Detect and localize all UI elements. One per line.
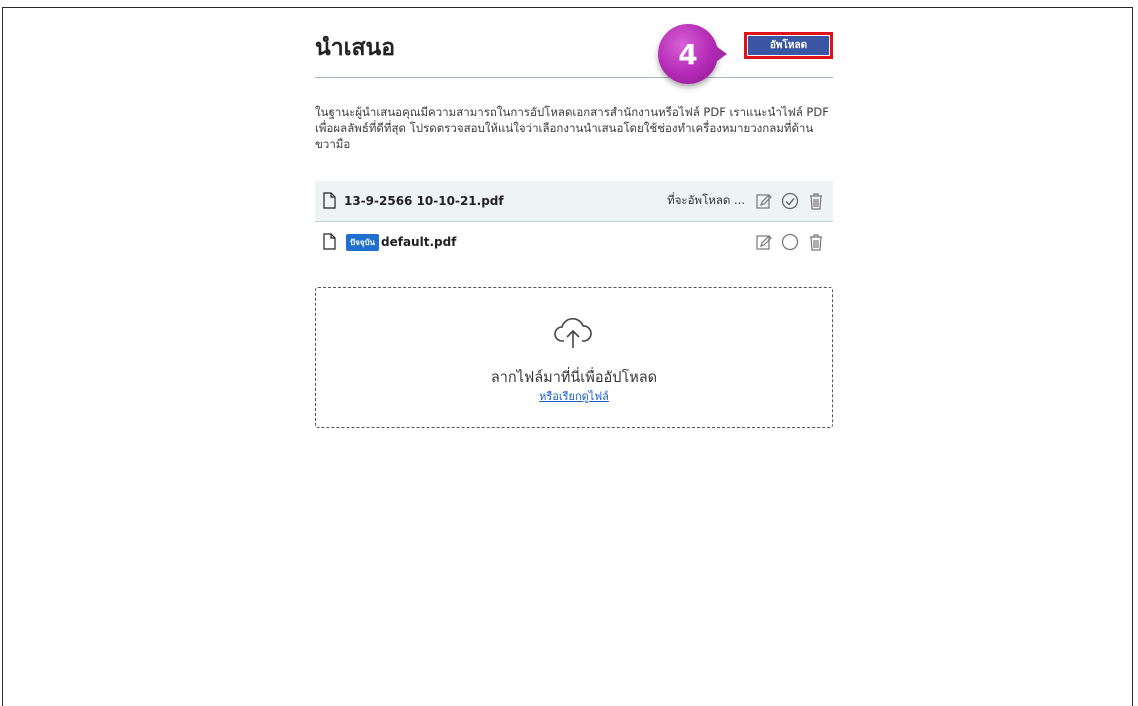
step-number-badge: 4 <box>658 24 727 84</box>
file-list: 13-9-2566 10-10-21.pdf ที่จะอัพโหลด ... … <box>315 181 833 262</box>
file-icon <box>323 233 336 250</box>
current-badge: ปัจจุบัน <box>346 233 379 251</box>
panel-header: นำเสนอ 4 อัพโหลด <box>315 20 833 84</box>
selected-check-icon[interactable] <box>781 192 799 210</box>
file-row[interactable]: 13-9-2566 10-10-21.pdf ที่จะอัพโหลด ... <box>315 181 833 222</box>
upload-status: ที่จะอัพโหลด ... <box>667 193 745 207</box>
trash-icon[interactable] <box>807 233 825 251</box>
page-title: นำเสนอ <box>315 35 396 61</box>
file-name: default.pdf <box>381 235 457 249</box>
dropzone-text: ลากไฟล์มาที่นี่เพื่ออัปโหลด <box>490 370 658 386</box>
edit-icon[interactable] <box>755 192 773 210</box>
edit-icon[interactable] <box>755 233 773 251</box>
file-dropzone[interactable]: ลากไฟล์มาที่นี่เพื่ออัปโหลด หรือเรียกดูไ… <box>315 287 833 428</box>
file-name: 13-9-2566 10-10-21.pdf <box>344 194 504 208</box>
upload-button[interactable]: อัพโหลด <box>744 32 833 59</box>
instructions-text: ในฐานะผู้นำเสนอคุณมีความสามารถในการอัปโห… <box>315 105 829 151</box>
trash-icon[interactable] <box>807 192 825 210</box>
presentation-panel: นำเสนอ 4 อัพโหลด ในฐานะผู้นำเสนอคุณมีควา… <box>315 20 833 428</box>
browse-files-link[interactable]: หรือเรียกดูไฟล์ <box>316 387 832 405</box>
file-row[interactable]: ปัจจุบัน default.pdf <box>315 222 833 262</box>
select-radio-icon[interactable] <box>781 233 799 251</box>
file-icon <box>323 192 336 209</box>
upload-button-label: อัพโหลด <box>748 36 829 55</box>
cloud-upload-icon <box>554 317 592 348</box>
